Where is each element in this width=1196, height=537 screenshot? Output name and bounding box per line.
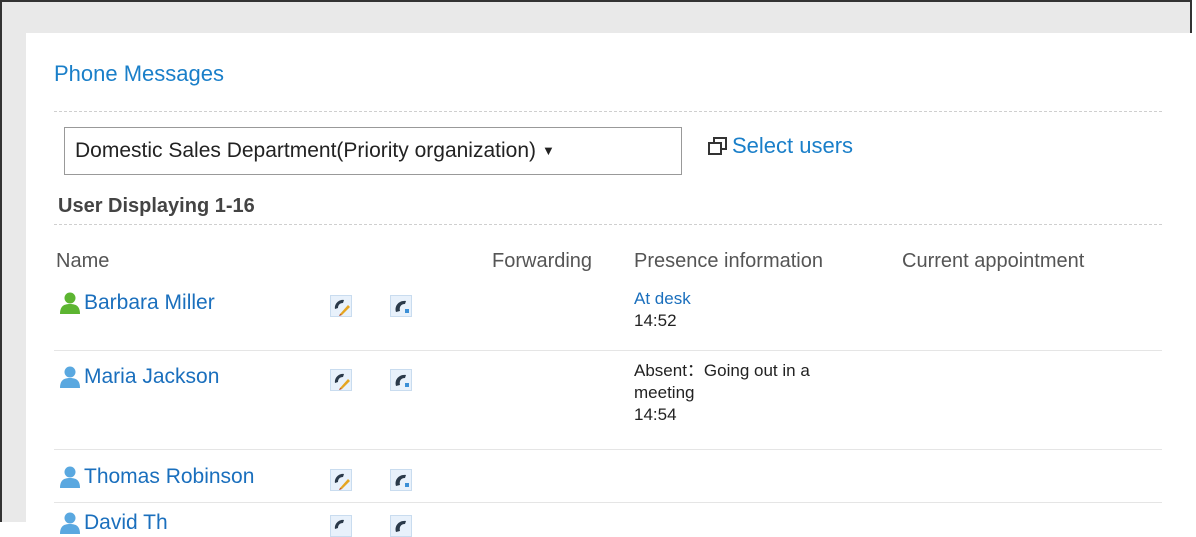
- select-users-link[interactable]: Select users: [706, 133, 853, 159]
- user-icon: [60, 466, 80, 488]
- user-link-david[interactable]: David Th: [58, 511, 168, 535]
- presence-time: 14:52: [634, 311, 677, 330]
- user-link-barbara-miller[interactable]: Barbara Miller: [58, 291, 215, 315]
- row-divider: [54, 502, 1162, 503]
- presence-info: At desk 14:52: [634, 288, 691, 332]
- column-header-forwarding: Forwarding: [492, 250, 593, 272]
- row-divider: [54, 449, 1162, 450]
- user-icon: [60, 366, 80, 388]
- user-link-maria-jackson[interactable]: Maria Jackson: [58, 365, 219, 389]
- user-displaying-count: User Displaying 1-16: [58, 195, 255, 217]
- row-divider: [54, 350, 1162, 351]
- phone-messages-panel: Phone Messages Domestic Sales Department…: [26, 33, 1192, 537]
- presence-status-continued: meeting: [634, 383, 695, 402]
- divider: [54, 111, 1162, 112]
- presence-status: Absent：Going out in a: [634, 361, 810, 380]
- user-name: Barbara Miller: [84, 291, 215, 314]
- edit-phone-message-icon[interactable]: [330, 369, 352, 391]
- page-title: Phone Messages: [54, 61, 224, 86]
- user-link-thomas-robinson[interactable]: Thomas Robinson: [58, 465, 254, 489]
- presence-info: Absent：Going out in a meeting 14:54: [634, 360, 810, 426]
- user-icon: [60, 512, 80, 534]
- phone-message-icon[interactable]: [390, 469, 412, 491]
- organization-select[interactable]: Domestic Sales Department(Priority organ…: [64, 127, 682, 175]
- edit-phone-message-icon[interactable]: [330, 469, 352, 491]
- phone-message-icon[interactable]: [390, 295, 412, 317]
- phone-message-icon[interactable]: [390, 515, 412, 537]
- column-header-appointment: Current appointment: [902, 250, 1085, 272]
- column-header-name: Name: [56, 250, 110, 272]
- user-name: David Th: [84, 511, 168, 534]
- presence-time: 14:54: [634, 405, 677, 424]
- user-name: Maria Jackson: [84, 365, 220, 388]
- edit-phone-message-icon[interactable]: [330, 295, 352, 317]
- edit-phone-message-icon[interactable]: [330, 515, 352, 537]
- user-name: Thomas Robinson: [84, 465, 255, 488]
- select-users-label: Select users: [732, 133, 854, 158]
- presence-status-link[interactable]: At desk: [634, 288, 691, 310]
- column-header-presence: Presence information: [634, 250, 823, 272]
- popup-window-icon: [708, 137, 727, 155]
- phone-message-icon[interactable]: [390, 369, 412, 391]
- organization-select-value: Domestic Sales Department(Priority organ…: [75, 139, 537, 162]
- user-online-icon: [60, 292, 80, 314]
- chevron-down-icon: ▼: [542, 143, 555, 158]
- divider: [54, 224, 1162, 225]
